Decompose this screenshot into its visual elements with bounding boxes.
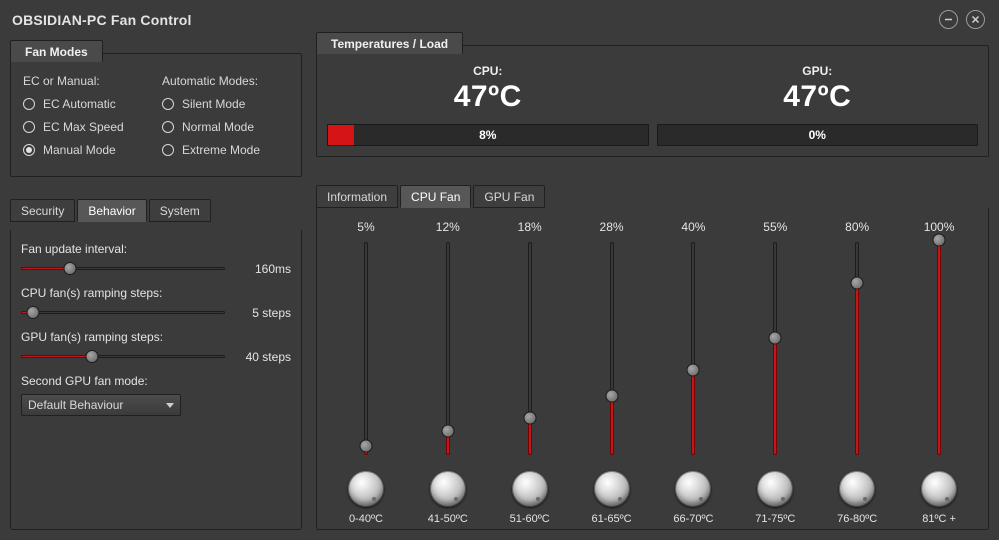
fan-zone-range: 76-80ºC <box>837 513 877 525</box>
cpu-load-bar: 8% <box>327 124 649 146</box>
radio-icon <box>23 144 35 156</box>
fan-zone-5: 55% 71-75ºC <box>734 220 816 525</box>
fan-curve-panel: 5% 0-40ºC 12% 41-50ºC 18% 51-60ºC 28% 61-65ºC 40… <box>316 208 989 530</box>
fan-zone-6: 80% 76-80ºC <box>816 220 898 525</box>
fan-zone-pct: 80% <box>845 220 869 234</box>
fan-zone-knob[interactable] <box>757 471 793 507</box>
tab-system[interactable]: System <box>149 199 211 222</box>
setting-second-gpu: Second GPU fan mode: Default Behaviour <box>21 374 291 416</box>
radio-icon <box>162 144 174 156</box>
app-window: OBSIDIAN-PC Fan Control Fan Modes EC or … <box>0 0 999 540</box>
fan-zone-slider[interactable] <box>929 240 949 457</box>
second-gpu-dropdown[interactable]: Default Behaviour <box>21 394 181 416</box>
fan-zone-slider[interactable] <box>356 240 376 457</box>
fan-zone-range: 81ºC + <box>922 513 956 525</box>
gpu-temperature: 47ºC <box>783 80 851 114</box>
fan-zone-pct: 12% <box>436 220 460 234</box>
fan-zone-7: 100% 81ºC + <box>898 220 980 525</box>
minimize-button[interactable] <box>939 10 958 29</box>
fan-modes-panel: Fan Modes EC or Manual: EC AutomaticEC M… <box>10 53 302 177</box>
minimize-icon <box>943 14 954 25</box>
update-interval-slider[interactable] <box>21 262 225 276</box>
fan-zone-knob[interactable] <box>921 471 957 507</box>
radio-icon <box>162 121 174 133</box>
behavior-tabstrip: SecurityBehaviorSystem <box>10 199 302 222</box>
fan-zone-slider[interactable] <box>438 240 458 457</box>
radio-ec-2[interactable]: Manual Mode <box>23 143 150 157</box>
fan-zone-range: 41-50ºC <box>428 513 468 525</box>
close-button[interactable] <box>966 10 985 29</box>
fan-zone-range: 71-75ºC <box>755 513 795 525</box>
behavior-panel: Fan update interval: 160ms CPU fan(s) ra… <box>10 230 302 530</box>
tab-behavior[interactable]: Behavior <box>77 199 146 222</box>
fan-tab-cpu-fan[interactable]: CPU Fan <box>400 185 471 208</box>
fan-zone-knob[interactable] <box>512 471 548 507</box>
fan-zone-pct: 18% <box>518 220 542 234</box>
radio-icon <box>23 121 35 133</box>
fan-zone-1: 12% 41-50ºC <box>407 220 489 525</box>
fan-zone-knob[interactable] <box>348 471 384 507</box>
cpu-temp-column: CPU: 47ºC 8% <box>327 58 649 146</box>
ec-heading: EC or Manual: <box>23 74 150 88</box>
gpu-ramp-slider[interactable] <box>21 350 225 364</box>
fan-zone-range: 61-65ºC <box>592 513 632 525</box>
fan-zone-pct: 40% <box>681 220 705 234</box>
radio-auto-1[interactable]: Normal Mode <box>162 120 289 134</box>
fan-zone-slider[interactable] <box>520 240 540 457</box>
cpu-temperature: 47ºC <box>454 80 522 114</box>
radio-ec-0[interactable]: EC Automatic <box>23 97 150 111</box>
fan-zone-knob[interactable] <box>839 471 875 507</box>
fan-zone-knob[interactable] <box>675 471 711 507</box>
fan-zone-0: 5% 0-40ºC <box>325 220 407 525</box>
close-icon <box>970 14 981 25</box>
title-bar: OBSIDIAN-PC Fan Control <box>6 6 993 35</box>
fan-zone-slider[interactable] <box>847 240 867 457</box>
tab-security[interactable]: Security <box>10 199 75 222</box>
setting-gpu-ramping: GPU fan(s) ramping steps: 40 steps <box>21 330 291 364</box>
fan-zone-range: 0-40ºC <box>349 513 383 525</box>
window-title: OBSIDIAN-PC Fan Control <box>12 12 192 28</box>
radio-auto-2[interactable]: Extreme Mode <box>162 143 289 157</box>
temperatures-tab: Temperatures / Load <box>316 32 463 54</box>
fan-tabstrip: InformationCPU FanGPU Fan <box>316 185 989 208</box>
fan-zone-3: 28% 61-65ºC <box>571 220 653 525</box>
fan-zone-slider[interactable] <box>765 240 785 457</box>
temperatures-panel: Temperatures / Load CPU: 47ºC 8% GPU: 47… <box>316 45 989 157</box>
fan-zone-4: 40% 66-70ºC <box>653 220 735 525</box>
radio-icon <box>23 98 35 110</box>
fan-zone-range: 51-60ºC <box>510 513 550 525</box>
fan-zone-knob[interactable] <box>594 471 630 507</box>
chevron-down-icon <box>166 403 174 408</box>
cpu-ramp-slider[interactable] <box>21 306 225 320</box>
fan-zone-slider[interactable] <box>602 240 622 457</box>
fan-modes-tab: Fan Modes <box>10 40 103 62</box>
radio-auto-0[interactable]: Silent Mode <box>162 97 289 111</box>
setting-cpu-ramping: CPU fan(s) ramping steps: 5 steps <box>21 286 291 320</box>
fan-zone-pct: 100% <box>924 220 955 234</box>
fan-zone-pct: 55% <box>763 220 787 234</box>
gpu-temp-column: GPU: 47ºC 0% <box>657 58 979 146</box>
auto-heading: Automatic Modes: <box>162 74 289 88</box>
fan-zone-pct: 5% <box>357 220 374 234</box>
fan-zone-2: 18% 51-60ºC <box>489 220 571 525</box>
fan-zone-slider[interactable] <box>683 240 703 457</box>
radio-icon <box>162 98 174 110</box>
fan-zone-knob[interactable] <box>430 471 466 507</box>
radio-ec-1[interactable]: EC Max Speed <box>23 120 150 134</box>
gpu-load-bar: 0% <box>657 124 979 146</box>
fan-zone-pct: 28% <box>600 220 624 234</box>
setting-update-interval: Fan update interval: 160ms <box>21 242 291 276</box>
fan-tab-information[interactable]: Information <box>316 185 398 208</box>
fan-zone-range: 66-70ºC <box>673 513 713 525</box>
fan-tab-gpu-fan[interactable]: GPU Fan <box>473 185 545 208</box>
